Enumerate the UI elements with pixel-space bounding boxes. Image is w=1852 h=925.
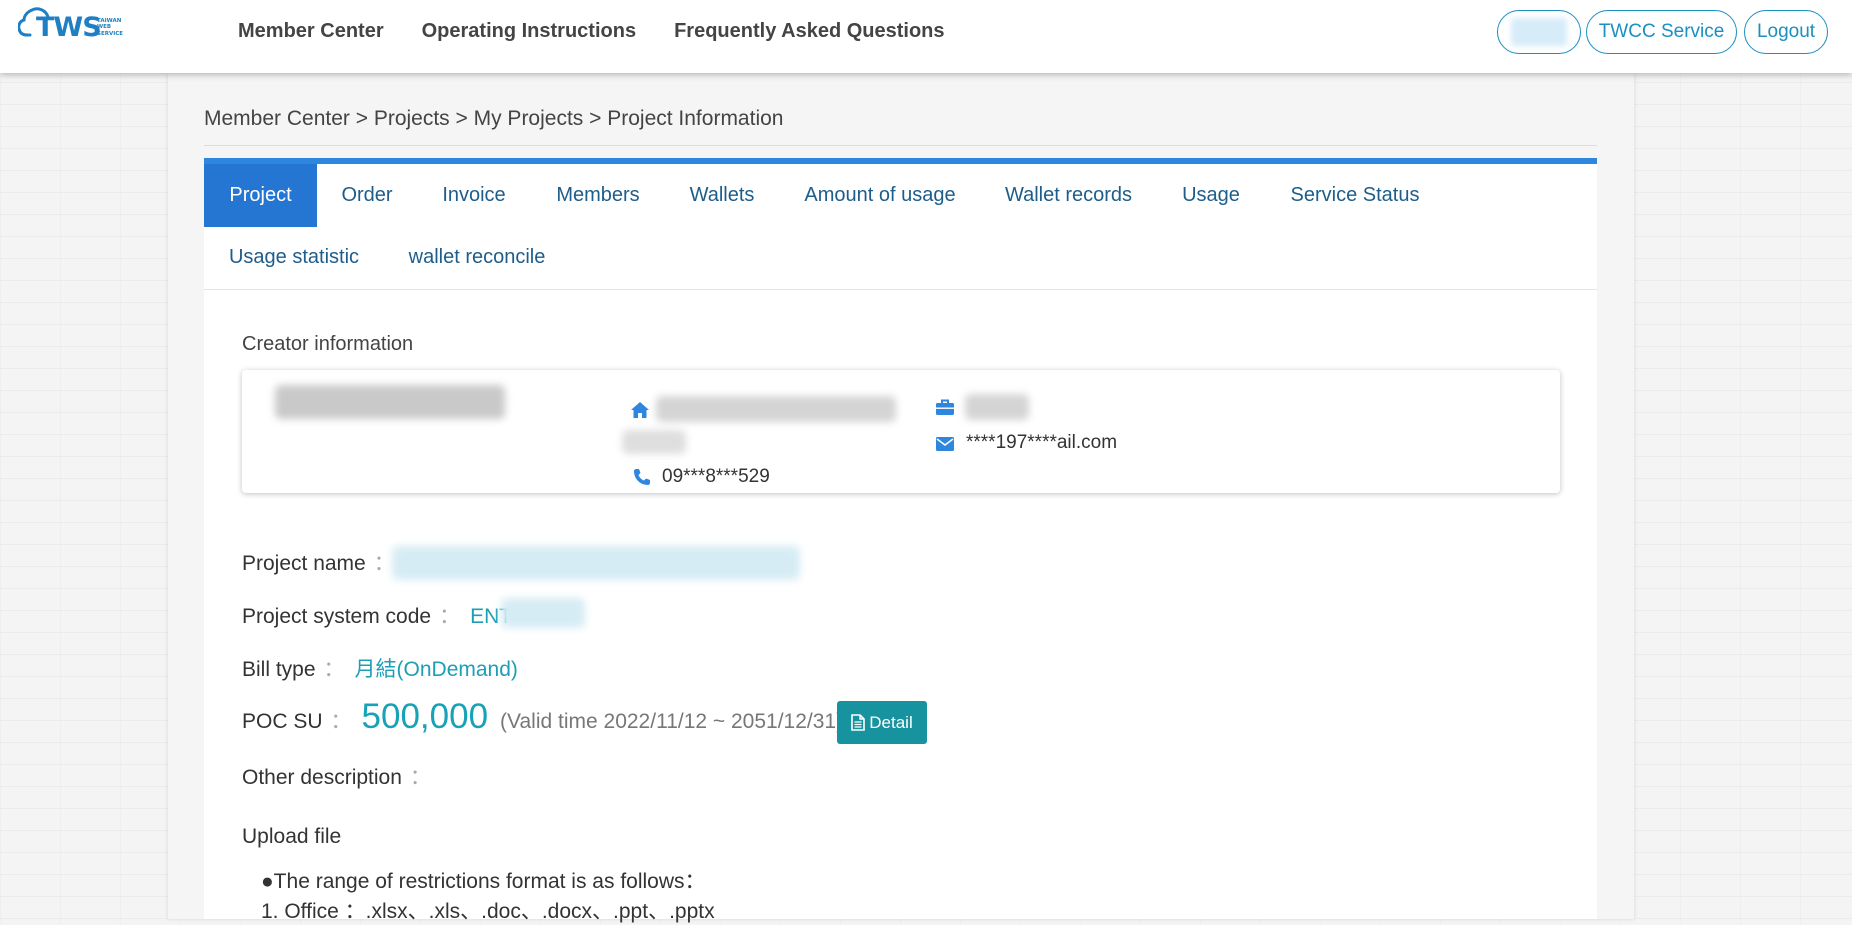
envelope-icon — [936, 437, 954, 451]
upload-file-title: Upload file — [242, 825, 342, 848]
tabs-divider — [204, 289, 1597, 290]
project-name-field: Project name： — [242, 552, 395, 575]
upload-restriction-note: ●The range of restrictions format is as … — [261, 870, 706, 893]
main-nav: Member Center Operating Instructions Fre… — [238, 20, 983, 43]
home-icon — [631, 402, 649, 418]
breadcrumb: Member Center > Projects > My Projects >… — [204, 107, 784, 130]
creator-info-title: Creator information — [242, 333, 414, 355]
tab-invoice[interactable]: Invoice — [432, 164, 516, 227]
other-description-field: Other description： — [242, 766, 431, 789]
poc-su-value: 500,000 — [361, 697, 489, 736]
redacted-creator-name — [275, 385, 505, 419]
user-button[interactable] — [1497, 10, 1581, 54]
phone-icon — [634, 469, 650, 485]
tws-logo[interactable]: TWS TAIWAN WEB SERVICE — [18, 6, 130, 44]
briefcase-icon — [936, 399, 954, 415]
poc-valid-time: (Valid time 2022/11/12 ~ 2051/12/31) — [500, 710, 844, 733]
detail-button-label: Detail — [869, 712, 913, 732]
redacted-system-code — [501, 598, 585, 628]
poc-su-field: POC SU： 500,000 (Valid time 2022/11/12 ~ 2… — [242, 697, 844, 736]
project-name-label: Project name — [242, 552, 366, 575]
tab-usage-statistic[interactable]: Usage statistic — [222, 226, 366, 289]
bill-type-field: Bill type：月結(OnDemand) — [242, 658, 518, 681]
creator-phone: 09***8***529 — [662, 466, 770, 487]
other-description-label: Other description — [242, 766, 402, 789]
top-header: TWS TAIWAN WEB SERVICE Member Center Ope… — [0, 0, 1852, 73]
upload-office-formats: 1. Office ：.xlsx、.xls、.doc、.docx、.ppt、.p… — [261, 900, 715, 923]
logout-button[interactable]: Logout — [1744, 10, 1828, 54]
detail-button[interactable]: Detail — [837, 701, 927, 744]
redacted-project-name — [392, 546, 800, 580]
redacted-address-line2 — [622, 430, 686, 454]
tab-usage[interactable]: Usage — [1173, 164, 1249, 227]
redacted-username — [1511, 18, 1567, 46]
bill-type-value: 月結(OnDemand) — [354, 658, 518, 681]
redacted-company — [965, 394, 1029, 420]
twcc-service-button[interactable]: TWCC Service — [1586, 10, 1737, 54]
bill-type-label: Bill type — [242, 658, 316, 681]
divider — [204, 145, 1597, 146]
project-system-code-label: Project system code — [242, 605, 432, 628]
creator-email: ****197****ail.com — [966, 432, 1118, 453]
tab-service-status[interactable]: Service Status — [1280, 164, 1430, 227]
tab-project[interactable]: Project — [204, 164, 317, 227]
project-system-code-field: Project system code： ENT — [242, 605, 513, 628]
tab-wallets[interactable]: Wallets — [680, 164, 764, 227]
redacted-address — [656, 396, 896, 422]
nav-operating-instructions[interactable]: Operating Instructions — [422, 20, 636, 43]
document-icon — [851, 714, 866, 731]
tab-wallet-records[interactable]: Wallet records — [996, 164, 1141, 227]
tab-members[interactable]: Members — [548, 164, 648, 227]
nav-member-center[interactable]: Member Center — [238, 20, 384, 43]
nav-faq[interactable]: Frequently Asked Questions — [674, 20, 944, 43]
logo-subtitle: TAIWAN WEB SERVICE — [97, 18, 124, 37]
logo-text: TWS — [36, 12, 102, 43]
poc-su-label: POC SU — [242, 710, 323, 733]
tab-order[interactable]: Order — [330, 164, 404, 227]
tab-amount-of-usage[interactable]: Amount of usage — [795, 164, 965, 227]
tab-wallet-reconcile[interactable]: wallet reconcile — [402, 226, 552, 289]
